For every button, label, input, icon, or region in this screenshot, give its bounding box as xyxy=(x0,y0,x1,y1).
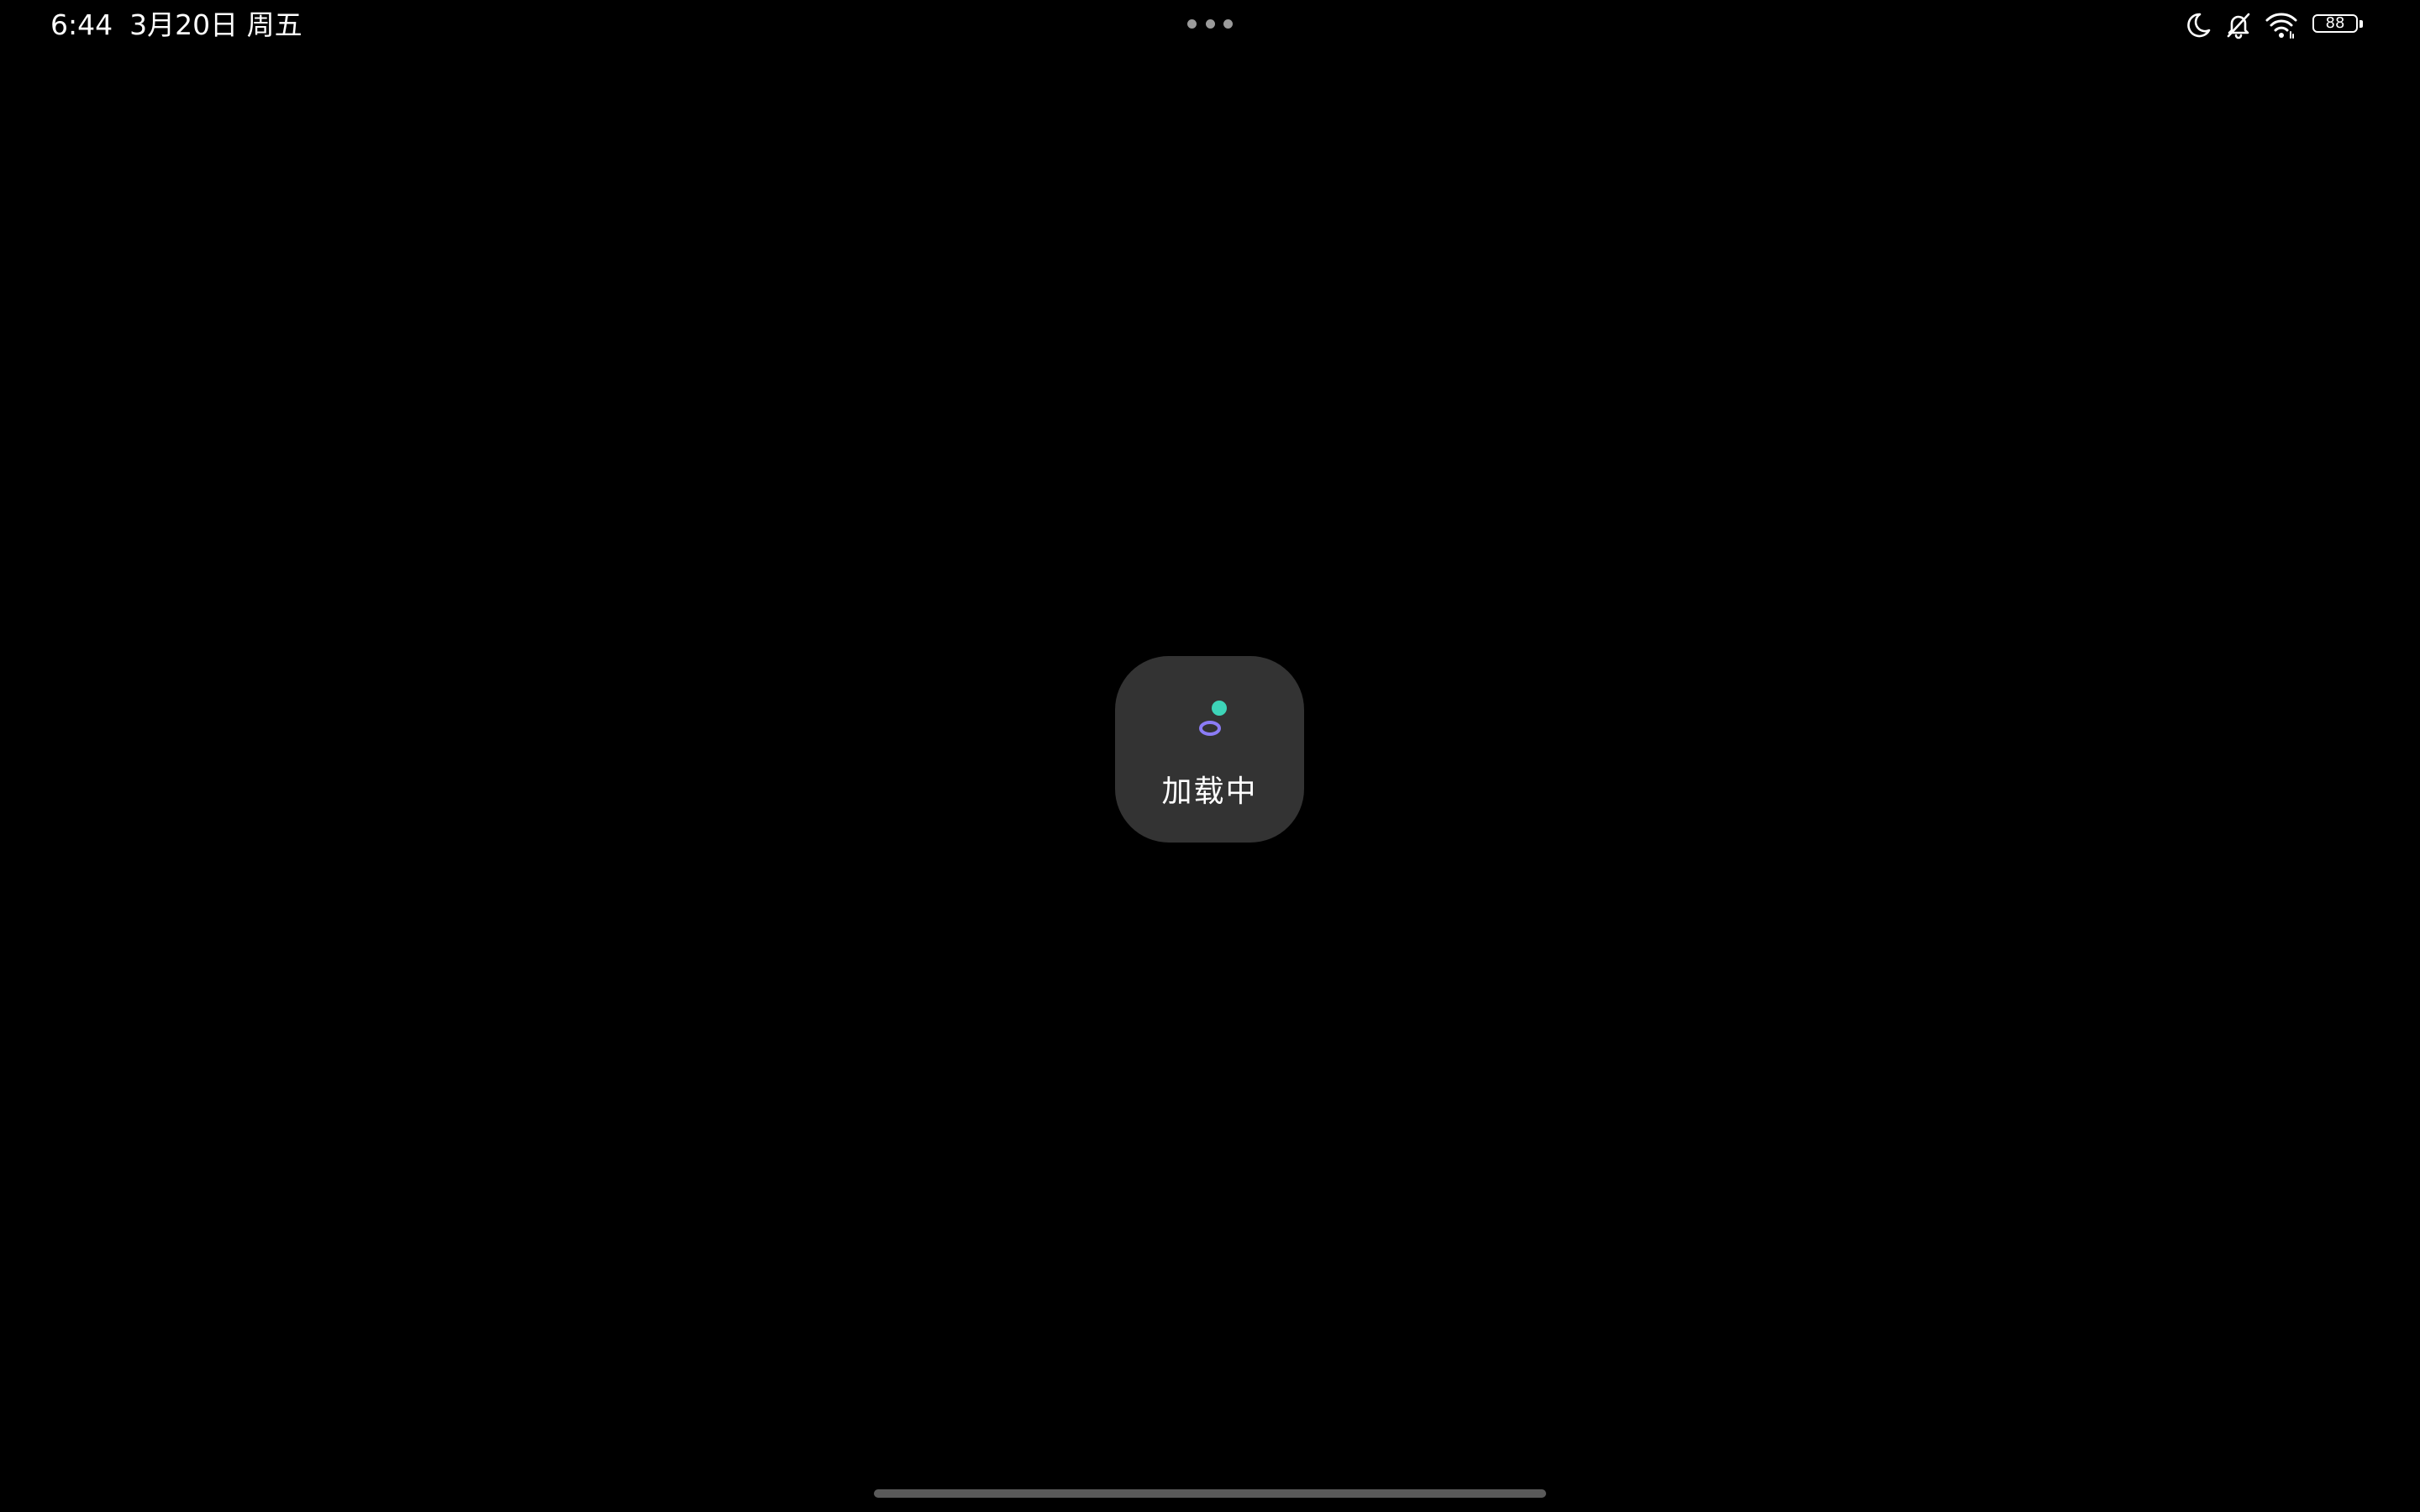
status-bar: 6:44 3月20日 周五 88 xyxy=(0,0,2420,50)
battery-icon: 88 xyxy=(2312,14,2365,36)
screen: 6:44 3月20日 周五 88 加载中 xyxy=(0,0,2420,1512)
status-time: 6:44 xyxy=(50,8,113,41)
wifi-icon xyxy=(2265,13,2297,39)
loading-dialog: 加载中 xyxy=(1115,656,1304,843)
more-options-dots[interactable] xyxy=(1187,19,1233,29)
moon-icon xyxy=(2187,13,2211,38)
battery-level: 88 xyxy=(2312,14,2358,33)
bell-off-icon xyxy=(2227,13,2250,39)
status-date: 3月20日 周五 xyxy=(129,8,302,41)
loading-spinner-icon xyxy=(1199,701,1227,736)
loading-label: 加载中 xyxy=(1161,774,1258,809)
more-dot-icon xyxy=(1187,19,1197,29)
status-icons: 88 xyxy=(2183,8,2365,42)
battery-tip xyxy=(2360,20,2363,28)
home-indicator[interactable] xyxy=(874,1489,1546,1498)
status-left: 6:44 3月20日 周五 xyxy=(50,7,302,44)
more-dot-icon xyxy=(1223,19,1233,29)
more-dot-icon xyxy=(1205,19,1215,29)
